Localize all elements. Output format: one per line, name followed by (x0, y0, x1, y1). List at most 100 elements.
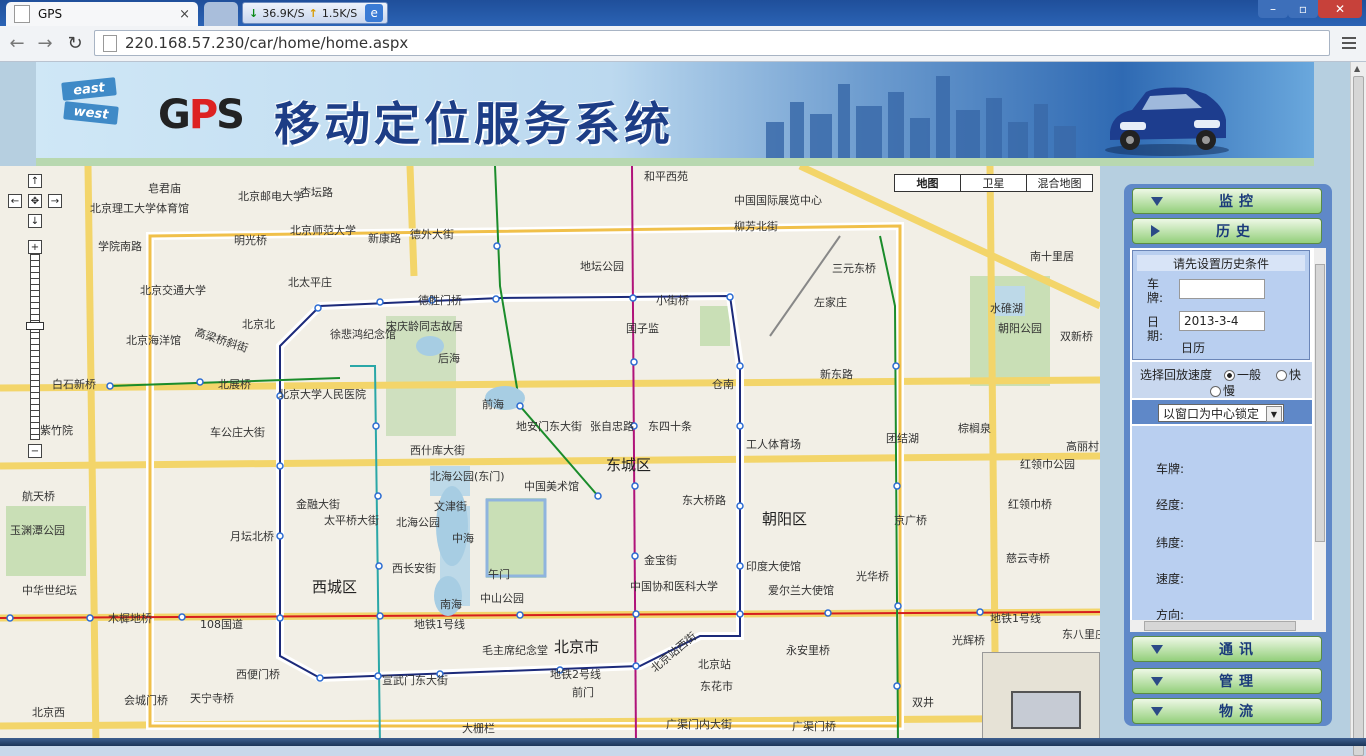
history-label: 历史 (1216, 224, 1256, 240)
page-vertical-scrollbar[interactable]: ▲ (1350, 62, 1366, 756)
panel-horizontal-scrollbar[interactable] (1130, 620, 1326, 632)
map-label: 木樨地桥 (108, 612, 152, 625)
map-label: 北京交通大学 (140, 284, 206, 297)
tab-close-icon[interactable]: × (179, 7, 190, 22)
map-label: 白石新桥 (52, 378, 96, 391)
district-label: 北京市 (554, 638, 600, 656)
map-label: 北京海洋馆 (126, 334, 181, 347)
ie-icon[interactable]: e (365, 4, 384, 22)
tab-gps[interactable]: GPS × (6, 2, 198, 26)
logistics-section-button[interactable]: 物流 (1132, 698, 1322, 724)
map-label: 朝阳公园 (998, 322, 1042, 335)
page-icon (103, 34, 117, 52)
collapse-arrow-icon (1151, 225, 1160, 237)
map-label: 学院南路 (98, 240, 142, 253)
maximize-button[interactable]: ▫ (1288, 0, 1318, 18)
map-label: 西长安街 (392, 562, 436, 575)
city-skyline-image (756, 70, 1096, 162)
map-label: 杏坛路 (300, 186, 333, 199)
map-label: 明光桥 (234, 234, 267, 247)
playback-speed-row: 选择回放速度 一般 快 慢 (1132, 362, 1312, 398)
map-label: 北海公园(东门) (430, 470, 505, 483)
plate-label: 车牌: (1147, 277, 1164, 305)
url-input[interactable]: 220.168.57.230/car/home/home.aspx (94, 30, 1330, 56)
speed-option-normal[interactable]: 一般 (1224, 366, 1261, 383)
car-image (1105, 87, 1229, 156)
map-label: 北京师范大学 (290, 224, 356, 237)
minimize-button[interactable]: – (1258, 0, 1288, 18)
reload-button[interactable]: ↻ (64, 32, 86, 54)
tab-title: GPS (38, 7, 63, 21)
comm-section-button[interactable]: 通讯 (1132, 636, 1322, 662)
expand-arrow-icon (1151, 676, 1163, 686)
os-taskbar (0, 738, 1366, 746)
back-button[interactable]: ← (6, 32, 28, 54)
forward-button[interactable]: → (34, 32, 56, 54)
calendar-link[interactable]: 日历 (1181, 339, 1205, 356)
district-label: 东城区 (606, 456, 652, 474)
scrollbar-thumb[interactable] (1353, 76, 1364, 756)
plate-input[interactable] (1179, 279, 1265, 299)
lock-mode-select[interactable]: 以窗口为中心锁定 ▼ (1158, 404, 1284, 422)
zoom-slider-thumb[interactable] (26, 322, 44, 330)
map-type-satellite[interactable]: 卫星 (961, 175, 1027, 191)
map-label: 大栅栏 (462, 722, 495, 735)
district-label: 西城区 (312, 578, 358, 596)
map-label: 新康路 (368, 232, 401, 245)
map-view[interactable]: 北京理工大学体育馆 皂君庙 北京邮电大学 杏坛路 和平西苑 中国国际展览中心 柳… (0, 166, 1100, 746)
map-label: 南十里居 (1030, 250, 1074, 263)
map-label: 爱尔兰大使馆 (768, 584, 834, 597)
network-speed-widget: ↓ 36.9K/S ↑ 1.5K/S e (242, 2, 388, 24)
close-window-button[interactable]: ✕ (1318, 0, 1362, 18)
pan-left-icon[interactable]: ← (8, 194, 22, 208)
overview-viewport[interactable] (1011, 691, 1081, 729)
map-label: 东花市 (700, 680, 733, 693)
date-input[interactable]: 2013-3-4 (1179, 311, 1265, 331)
map-label: 德胜门桥 (418, 294, 462, 307)
zoom-slider[interactable] (30, 254, 40, 440)
map-label: 中国国际展览中心 (734, 194, 822, 207)
page-icon (14, 5, 30, 23)
monitor-label: 监控 (1219, 194, 1259, 210)
pan-center-icon[interactable]: ✥ (28, 194, 42, 208)
map-label: 玉渊潭公园 (10, 524, 65, 537)
panel-vertical-scrollbar[interactable] (1314, 248, 1326, 620)
info-plate-label: 车牌: (1156, 462, 1185, 476)
new-tab-button[interactable] (204, 2, 238, 26)
pan-right-icon[interactable]: → (48, 194, 62, 208)
map-label: 双新桥 (1060, 330, 1093, 343)
map-label: 中国协和医科大学 (630, 580, 718, 593)
page-content: east west GPS 移动定位服务系统 北京理工大学体育馆 皂君庙 北京邮… (0, 62, 1350, 746)
map-label: 文津街 (434, 500, 467, 513)
map-label: 高丽村 (1066, 440, 1099, 453)
map-label: 徐悲鸿纪念馆 (330, 328, 396, 341)
monitor-section-button[interactable]: 监控 (1132, 188, 1322, 214)
map-label: 北京理工大学体育馆 (90, 202, 189, 215)
map-label: 永安里桥 (786, 644, 830, 657)
zoom-out-button[interactable]: − (28, 444, 42, 458)
map-label: 慈云寺桥 (1006, 552, 1050, 565)
map-label: 中华世纪坛 (22, 584, 77, 597)
map-label: 棕榈泉 (958, 422, 991, 435)
overview-map[interactable] (982, 652, 1100, 746)
map-type-hybrid[interactable]: 混合地图 (1027, 175, 1092, 191)
map-label: 西什库大街 (410, 444, 465, 457)
pan-up-icon[interactable]: ↑ (28, 174, 42, 188)
speed-option-slow[interactable]: 慢 (1210, 382, 1235, 399)
pan-down-icon[interactable]: ↓ (28, 214, 42, 228)
map-label: 光华桥 (856, 570, 889, 583)
pan-control: ↑ ← ✥ → ↓ (8, 174, 66, 230)
map-label: 团结湖 (886, 432, 919, 445)
lock-mode-row: 以窗口为中心锁定 ▼ (1132, 400, 1312, 424)
browser-menu-button[interactable] (1338, 32, 1360, 54)
speed-option-fast[interactable]: 快 (1276, 366, 1301, 383)
history-section-button[interactable]: 历史 (1132, 218, 1322, 244)
map-label: 印度大使馆 (746, 560, 801, 573)
manage-section-button[interactable]: 管理 (1132, 668, 1322, 694)
map-label: 后海 (438, 352, 460, 365)
map-type-map[interactable]: 地图 (895, 175, 961, 191)
browser-tab-bar: GPS × ↓ 36.9K/S ↑ 1.5K/S e – ▫ ✕ (0, 0, 1366, 26)
zoom-in-button[interactable]: + (28, 240, 42, 254)
map-label: 毛主席纪念堂 (482, 644, 548, 657)
map-label: 新东路 (820, 368, 853, 381)
